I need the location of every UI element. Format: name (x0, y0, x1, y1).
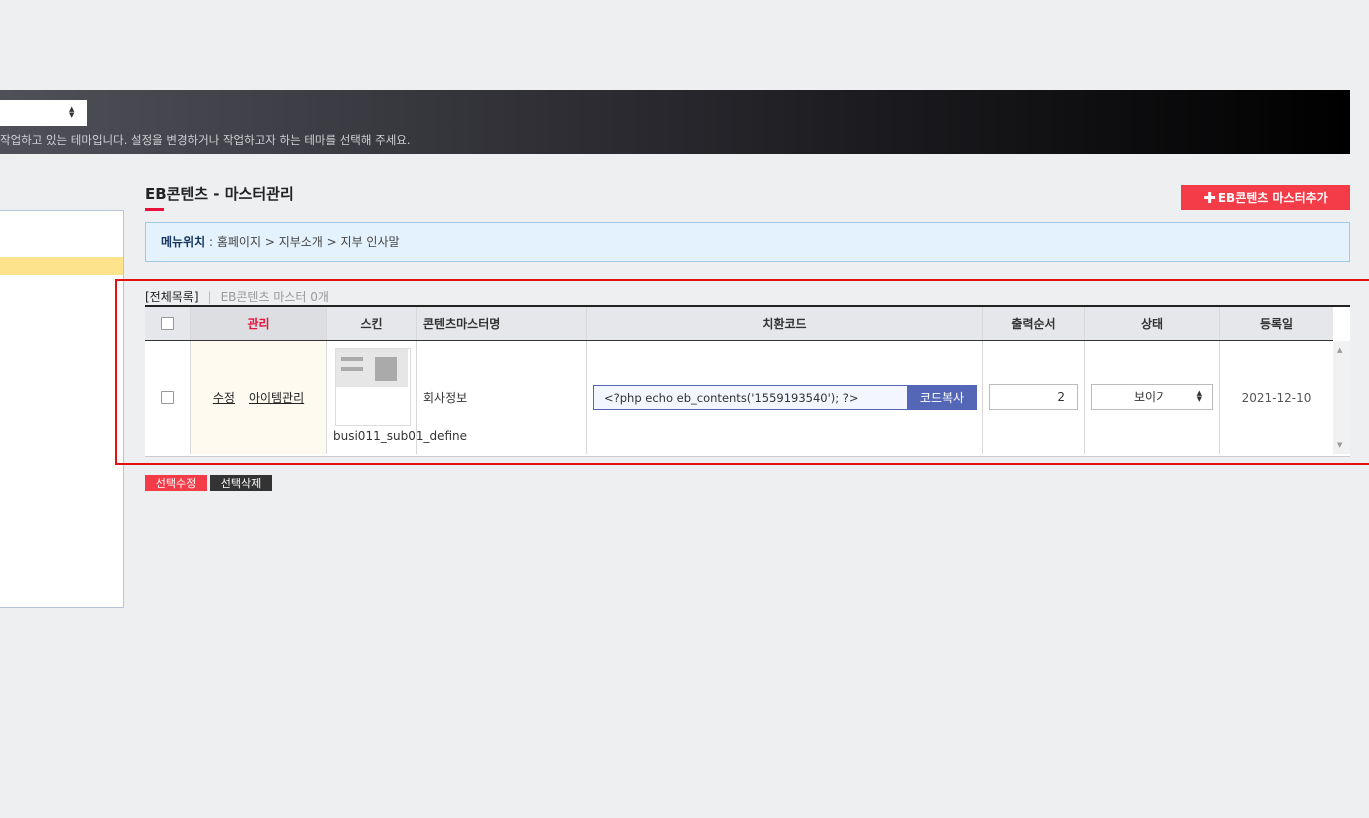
row-order-cell: 2 (983, 341, 1085, 454)
header-checkbox-cell (145, 307, 191, 340)
row-checkbox-cell (145, 341, 191, 454)
row-skin-cell: busi011_sub01_define (327, 341, 467, 454)
header-skin: 스킨 (327, 307, 417, 340)
plus-icon: ✚ (1203, 188, 1216, 207)
theme-select[interactable]: ▲ ▼ (0, 100, 87, 126)
add-master-label: EB콘텐츠 마스터추가 (1217, 191, 1328, 205)
select-arrows-icon: ▲ ▼ (1196, 389, 1202, 403)
row-master-name: 회사정보 (417, 341, 587, 454)
sidebar-panel (0, 210, 124, 608)
copy-code-button[interactable]: 코드복사 (907, 385, 977, 410)
menu-location: 메뉴위치 : 홈페이지 > 지부소개 > 지부 인사말 (145, 222, 1350, 262)
order-input[interactable]: 2 (989, 384, 1078, 410)
header-code: 치환코드 (587, 307, 983, 340)
select-arrows-icon: ▲ ▼ (69, 105, 75, 119)
edit-link[interactable]: 수정 (213, 389, 235, 406)
row-code-cell: <?php echo eb_contents('1559193540'); ?>… (587, 341, 983, 454)
table-header: 관리 스킨 콘텐츠마스터명 치환코드 출력순서 상태 등록일 (145, 307, 1333, 341)
table-row: 수정 아이템관리 busi011_sub01_define 회사정보 <?php… (145, 341, 1333, 454)
sidebar-active-item[interactable] (0, 257, 123, 275)
item-manage-link[interactable]: 아이템관리 (249, 389, 304, 406)
menu-location-label: 메뉴위치 (161, 235, 206, 249)
page-title: EB콘텐츠 - 마스터관리 (145, 185, 294, 203)
title-underline (145, 208, 164, 211)
select-all-checkbox[interactable] (161, 317, 174, 330)
header-date: 등록일 (1259, 317, 1294, 331)
header-status: 상태 (1085, 307, 1220, 340)
skin-thumbnail (335, 348, 411, 426)
separator: | (207, 290, 212, 304)
menu-location-path: : 홈페이지 > 지부소개 > 지부 인사말 (205, 235, 400, 249)
list-summary: [전체목록] | EB콘텐츠 마스터 0개 (145, 288, 329, 305)
modify-selected-button[interactable]: 선택수정 (145, 475, 207, 491)
code-input[interactable]: <?php echo eb_contents('1559193540'); ?> (593, 385, 907, 410)
table-scrollbar[interactable]: ▲ ▼ (1333, 341, 1350, 454)
scroll-down-icon[interactable]: ▼ (1337, 441, 1342, 449)
code-group: <?php echo eb_contents('1559193540'); ?>… (593, 385, 977, 410)
master-table: 관리 스킨 콘텐츠마스터명 치환코드 출력순서 상태 등록일 수정 아이템관리 … (145, 305, 1350, 457)
row-date: 2021-12-10 (1241, 390, 1312, 405)
theme-description: 작업하고 있는 테마입니다. 설정을 변경하거나 작업하고자 하는 테마를 선택… (0, 133, 411, 147)
delete-selected-button[interactable]: 선택삭제 (210, 475, 272, 491)
row-checkbox[interactable] (161, 391, 174, 404)
row-status-cell: 보이기 ▲ ▼ (1085, 341, 1220, 454)
add-master-button[interactable]: ✚ EB콘텐츠 마스터추가 (1181, 185, 1350, 210)
header-order: 출력순서 (983, 307, 1085, 340)
master-count: EB콘텐츠 마스터 0개 (220, 290, 329, 304)
header-manage: 관리 (191, 307, 327, 340)
theme-bar: ▲ ▼ 작업하고 있는 테마입니다. 설정을 변경하거나 작업하고자 하는 테마를… (0, 90, 1350, 154)
row-manage-cell: 수정 아이템관리 (191, 341, 327, 454)
scroll-up-icon[interactable]: ▲ (1337, 346, 1342, 354)
status-select[interactable]: 보이기 ▲ ▼ (1091, 384, 1213, 410)
all-list-link[interactable]: [전체목록] (145, 290, 199, 304)
status-value: 보이기 (1134, 390, 1164, 404)
header-master-name: 콘텐츠마스터명 (417, 307, 587, 340)
